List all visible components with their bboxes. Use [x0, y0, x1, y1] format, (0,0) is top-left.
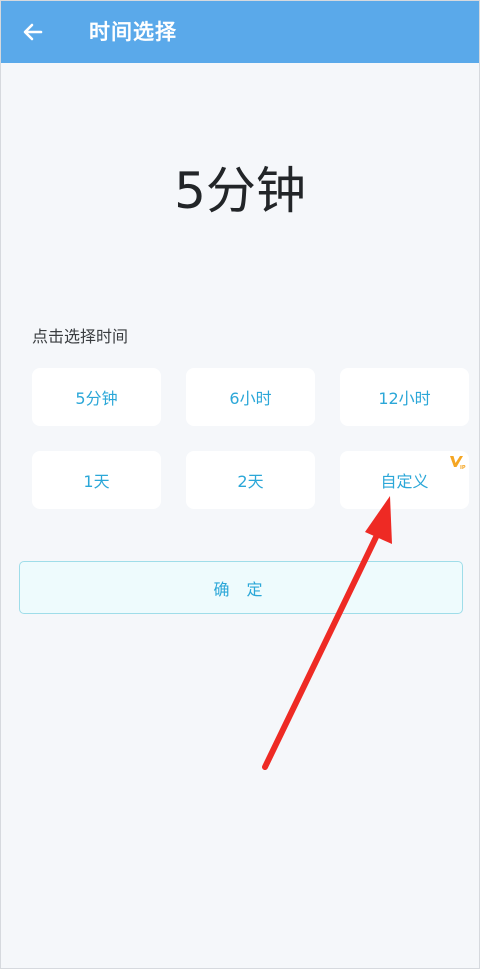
option-label: 5分钟	[75, 389, 118, 408]
arrow-left-icon	[23, 23, 43, 41]
option-6-hours[interactable]: 6小时	[186, 368, 315, 426]
options-hint: 点击选择时间	[32, 327, 129, 346]
confirm-button[interactable]: 确 定	[19, 561, 463, 614]
svg-text:IP: IP	[460, 465, 466, 470]
option-12-hours[interactable]: 12小时	[340, 368, 469, 426]
back-button[interactable]	[11, 10, 55, 54]
vip-badge-icon: IP	[450, 456, 466, 470]
option-1-day[interactable]: 1天	[32, 451, 161, 509]
selected-time-display: 5分钟	[174, 162, 306, 220]
option-label: 12小时	[378, 389, 431, 408]
confirm-label: 确 定	[213, 579, 269, 599]
screen: 时间选择 5分钟 点击选择时间 5分钟 6小时 12小时 1天 2天 自定义 I…	[0, 0, 480, 969]
page-title: 时间选择	[89, 20, 177, 44]
option-label: 1天	[83, 472, 110, 491]
app-bar: 时间选择	[1, 1, 479, 63]
option-custom[interactable]: 自定义 IP	[340, 451, 469, 509]
option-5-minutes[interactable]: 5分钟	[32, 368, 161, 426]
option-2-days[interactable]: 2天	[186, 451, 315, 509]
option-label: 6小时	[229, 389, 272, 408]
option-label: 2天	[237, 472, 264, 491]
option-label: 自定义	[380, 472, 429, 491]
